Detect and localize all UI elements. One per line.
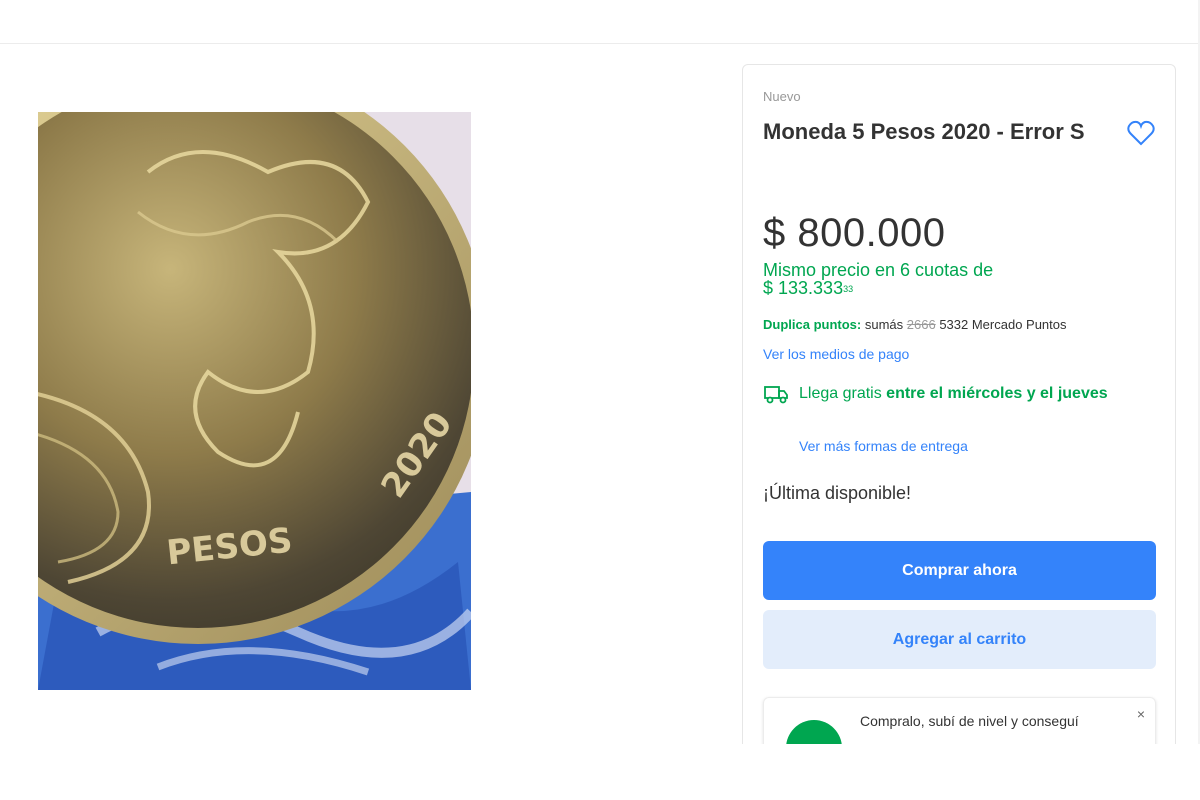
heart-icon[interactable] <box>1127 120 1155 146</box>
installment-cents: 33 <box>843 284 854 294</box>
shipping-free: Llega gratis <box>799 385 882 402</box>
buy-now-button[interactable]: Comprar ahora <box>763 541 1156 600</box>
shipping-window: entre el miércoles y el jueves <box>886 385 1108 402</box>
points-label: Duplica puntos: <box>763 317 862 332</box>
points-new: 5332 Mercado Puntos <box>939 317 1067 332</box>
coin-photo: 2020 PESOS <box>38 112 471 690</box>
payment-methods-link[interactable]: Ver los medios de pago <box>763 346 909 362</box>
points-info: Duplica puntos: sumás 2666 5332 Mercado … <box>763 317 1067 332</box>
promo-text: Compralo, subí de nivel y conseguí <box>860 713 1079 729</box>
buy-box: Nuevo Moneda 5 Pesos 2020 - Error S $ 80… <box>742 64 1176 777</box>
stock-status: ¡Última disponible! <box>763 483 912 503</box>
product-image[interactable]: 2020 PESOS <box>38 112 471 690</box>
shipping-info: Llega gratis entre el miércoles y el jue… <box>799 382 1129 406</box>
installments-text: Mismo precio en 6 cuotas de <box>763 260 994 280</box>
installment-amount: $ 133.333 <box>763 278 844 298</box>
header-divider <box>0 43 1200 44</box>
condition-label: Nuevo <box>763 89 801 104</box>
truck-icon <box>764 386 788 404</box>
shipping-options-link[interactable]: Ver más formas de entrega <box>799 438 968 454</box>
points-prefix: sumás <box>864 317 904 332</box>
points-old: 2666 <box>906 317 936 332</box>
page-bottom-area <box>0 744 1200 800</box>
product-price: $ 800.000 <box>763 211 946 255</box>
installments-info: Mismo precio en 6 cuotas de $ 133.33333 <box>763 261 1083 297</box>
close-icon[interactable]: × <box>1137 706 1145 722</box>
add-to-cart-button[interactable]: Agregar al carrito <box>763 610 1156 669</box>
product-title: Moneda 5 Pesos 2020 - Error S <box>763 119 1085 144</box>
